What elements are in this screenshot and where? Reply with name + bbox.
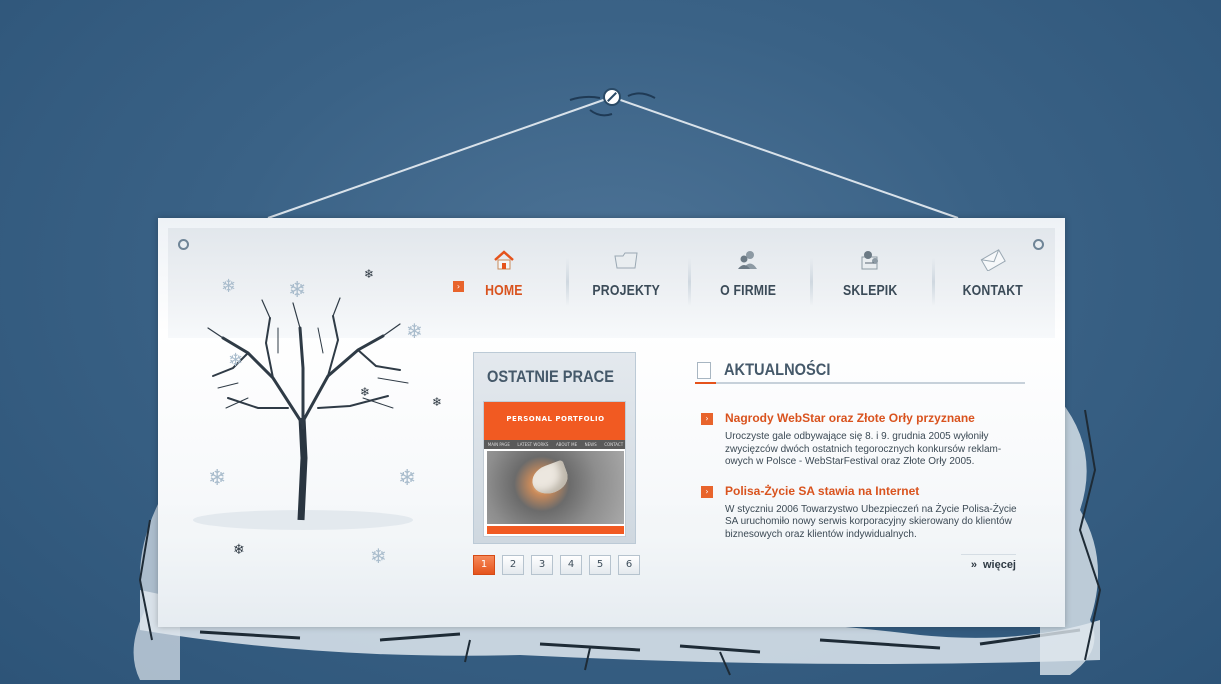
snowflake-icon: ❄: [432, 395, 443, 409]
page-button-2[interactable]: 2: [502, 555, 524, 575]
calla-flower-icon: [528, 459, 572, 499]
nav-label-home: HOME: [485, 282, 523, 299]
news-item-heading[interactable]: Polisa-Życie SA stawia na Internet: [725, 484, 1025, 498]
main-board: ❄ ❄ ❄ ❄ ❄ ❄ ❄ ❄ ❄ ❄ ❄ › HOME PROJEKTY O …: [158, 218, 1065, 627]
snowflake-icon: ❄: [406, 319, 423, 343]
portfolio-thumbnail[interactable]: PERSONAL PORTFOLIO MAIN PAGE LATEST WORK…: [483, 401, 626, 537]
thumbnail-footer: [487, 526, 624, 534]
nav-label-projekty: PROJEKTY: [592, 282, 661, 299]
nav-item-kontakt[interactable]: KONTAKT: [931, 240, 1053, 330]
page-button-4[interactable]: 4: [560, 555, 582, 575]
nav-item-projekty[interactable]: PROJEKTY: [565, 240, 687, 330]
thumbnail-nav-item: NEWS: [584, 442, 597, 447]
home-icon: [491, 248, 517, 272]
main-navigation: › HOME PROJEKTY O FIRMIE SKLEPIK KONTAKT: [443, 240, 1053, 330]
nav-divider: [565, 258, 569, 306]
snowflake-icon: ❄: [221, 276, 237, 297]
snowflake-icon: ❄: [288, 278, 307, 303]
nav-divider: [932, 258, 935, 306]
snowflake-icon: ❄: [370, 544, 387, 568]
winter-tree-illustration: ❄ ❄ ❄ ❄ ❄ ❄ ❄ ❄ ❄ ❄ ❄: [178, 258, 448, 588]
header-accent-line: [695, 382, 716, 384]
snowflake-icon: ❄: [364, 267, 375, 281]
nav-item-sklepik[interactable]: SKLEPIK: [809, 240, 931, 330]
arrow-right-icon: ›: [701, 413, 713, 425]
snowflake-icon: ❄: [228, 350, 244, 371]
thumbnail-logo: PERSONAL PORTFOLIO: [506, 415, 605, 423]
envelope-icon: [980, 248, 1006, 272]
page-button-3[interactable]: 3: [531, 555, 553, 575]
page-button-5[interactable]: 5: [589, 555, 611, 575]
news-item-heading[interactable]: Nagrody WebStar oraz Złote Orły przyznan…: [725, 411, 1025, 425]
news-header: AKTUALNOŚCI: [695, 358, 1025, 384]
nav-label-sklepik: SKLEPIK: [843, 282, 898, 299]
arrow-right-icon: ›: [701, 485, 713, 498]
news-section: AKTUALNOŚCI › Nagrody WebStar oraz Złote…: [695, 358, 1025, 541]
snowflake-icon: ❄: [360, 385, 371, 399]
nail-icon: [603, 88, 621, 106]
works-pagination: 1 2 3 4 5 6: [473, 555, 640, 575]
nav-label-o-firmie: O FIRMIE: [720, 282, 777, 299]
screw-icon: [178, 239, 189, 250]
folder-icon: [613, 248, 639, 272]
arrow-right-icon: ›: [453, 281, 464, 292]
thumbnail-nav-item: LATEST WORKS: [517, 442, 549, 447]
more-link[interactable]: » więcej: [961, 554, 1016, 574]
nav-divider: [809, 258, 813, 306]
news-item-body: W styczniu 2006 Towarzystwo Ubezpieczeń …: [725, 503, 1017, 540]
news-item: › Nagrody WebStar oraz Złote Orły przyzn…: [701, 411, 1025, 469]
thumbnail-nav: MAIN PAGE LATEST WORKS ABOUT ME NEWS CON…: [484, 440, 625, 449]
latest-works-title: OSTATNIE PRACE: [487, 367, 614, 386]
thumbnail-nav-item: ABOUT ME: [555, 442, 578, 447]
snowflake-icon: ❄: [398, 466, 417, 491]
thumbnail-nav-item: CONTACT: [604, 442, 624, 447]
double-chevron-icon: »: [970, 559, 977, 571]
nav-divider: [687, 258, 691, 306]
tree-icon: [193, 297, 413, 530]
news-item: › Polisa-Życie SA stawia na Internet W s…: [701, 484, 1025, 542]
document-icon: [697, 362, 711, 379]
page-button-1[interactable]: 1: [473, 555, 495, 575]
page-button-6[interactable]: 6: [618, 555, 640, 575]
latest-works-panel: OSTATNIE PRACE PERSONAL PORTFOLIO MAIN P…: [473, 352, 636, 544]
thumbnail-header: PERSONAL PORTFOLIO: [484, 402, 625, 440]
news-title: AKTUALNOŚCI: [724, 360, 831, 379]
nav-item-o-firmie[interactable]: O FIRMIE: [687, 240, 809, 330]
nav-item-home[interactable]: › HOME: [443, 240, 565, 330]
people-icon: [735, 248, 761, 272]
more-link-label: więcej: [982, 559, 1016, 571]
snowflake-icon: ❄: [233, 542, 245, 558]
snowflake-icon: ❄: [208, 466, 227, 491]
shop-icon: [857, 248, 883, 272]
nav-label-kontakt: KONTAKT: [962, 282, 1023, 299]
thumbnail-nav-item: MAIN PAGE: [487, 442, 510, 447]
news-item-body: Uroczyste gale odbywające się 8. i 9. gr…: [725, 431, 1002, 467]
thumbnail-photo: [487, 451, 624, 524]
